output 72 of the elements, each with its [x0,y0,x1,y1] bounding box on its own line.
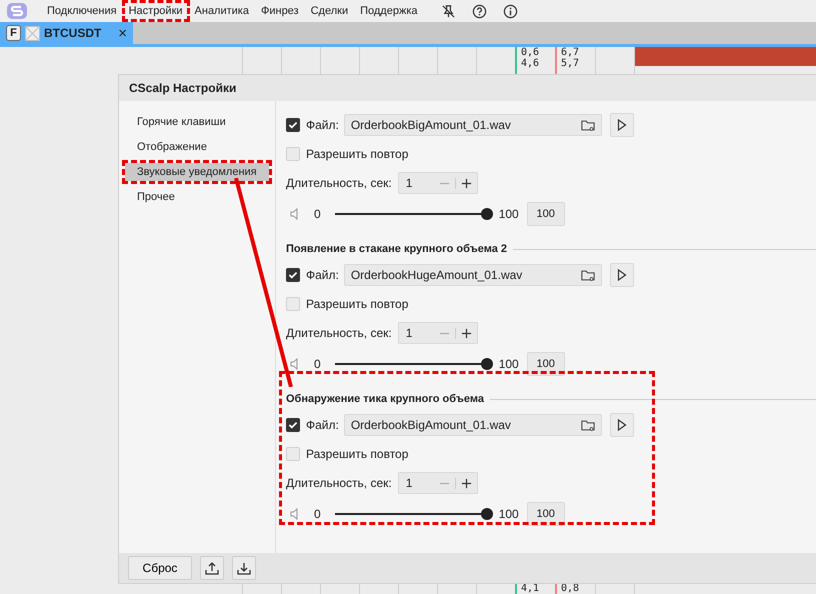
speaker-icon [290,508,300,520]
play-icon [616,269,627,281]
volume-min-label: 0 [314,357,321,371]
volume-cell-text: 4,1 [521,583,540,594]
info-icon[interactable] [502,4,518,18]
checkbox[interactable] [286,268,300,282]
folder-icon[interactable] [580,118,595,132]
checkbox-label: Разрешить повтор [306,447,408,461]
checkbox-label: Разрешить повтор [306,297,408,311]
file-label: Файл: [306,418,339,432]
upload-icon [205,561,219,575]
volume-value-field[interactable]: 100 [526,502,565,526]
duration-stepper[interactable]: 1 [398,172,478,194]
volume-max-label: 100 [498,357,519,371]
upload-button[interactable] [200,556,224,580]
menu-item[interactable]: Настройки [124,2,188,20]
folder-icon[interactable] [580,268,595,282]
play-button[interactable] [610,113,634,137]
menu-item[interactable]: Сделки [306,2,354,20]
section-title: Обнаружение тика крупного объема [286,393,484,405]
duration-stepper[interactable]: 1 [398,322,478,344]
duration-label: Длительность, сек: [286,326,392,340]
instrument-tab[interactable]: F BTCUSDT × [0,22,133,44]
volume-cell-text: 0,6 [521,47,540,58]
volume-cell-text: 4,6 [521,58,540,69]
file-field[interactable]: OrderbookHugeAmount_01.wav [344,264,602,286]
play-button[interactable] [610,263,634,287]
sidebar-item[interactable]: Звуковые уведомления [125,163,269,181]
tab-label: BTCUSDT [44,26,102,40]
checkbox[interactable] [286,418,300,432]
volume-cell-text: 6,7 [561,47,580,58]
sidebar-item[interactable]: Отображение [125,138,269,156]
file-field[interactable]: OrderbookBigAmount_01.wav [344,414,602,436]
volume-min-label: 0 [314,507,321,521]
futures-badge: F [6,25,21,41]
play-button[interactable] [610,413,634,437]
duration-label: Длительность, сек: [286,176,392,190]
menu-item[interactable]: Подключения [42,2,122,20]
file-label: Файл: [306,118,339,132]
folder-icon[interactable] [580,418,595,432]
duration-label: Длительность, сек: [286,476,392,490]
play-icon [616,119,627,131]
menu-item[interactable]: Финрез [256,2,304,20]
pin-off-icon[interactable] [440,4,456,18]
download-icon [237,561,251,575]
dialog-title: CScalp Настройки [119,75,816,101]
speaker-icon [290,208,300,220]
help-icon[interactable] [472,4,486,18]
close-tab-button[interactable]: × [118,24,127,42]
checkbox[interactable] [286,118,300,132]
sidebar-item[interactable]: Горячие клавиши [125,113,269,131]
section-title: Появление в стакане крупного объема 2 [286,243,507,255]
volume-cell-text: 5,7 [561,58,580,69]
speaker-icon [290,358,300,370]
checkbox-label: Разрешить повтор [306,147,408,161]
download-button[interactable] [232,556,256,580]
duration-stepper[interactable]: 1 [398,472,478,494]
volume-value-field[interactable]: 100 [526,352,565,376]
file-field[interactable]: OrderbookBigAmount_01.wav [344,114,602,136]
menu-item[interactable]: Поддержка [355,2,422,20]
volume-max-label: 100 [498,507,519,521]
volume-min-label: 0 [314,207,321,221]
volume-cell-text: 0,8 [561,583,580,594]
play-icon [616,419,627,431]
menu-item[interactable]: Аналитика [190,2,254,20]
file-label: Файл: [306,268,339,282]
logo-icon [6,3,28,19]
volume-max-label: 100 [498,207,519,221]
sidebar-item[interactable]: Прочее [125,188,269,206]
reset-button[interactable]: Сброс [128,556,192,580]
image-placeholder-icon [25,26,40,40]
volume-value-field[interactable]: 100 [526,202,565,226]
